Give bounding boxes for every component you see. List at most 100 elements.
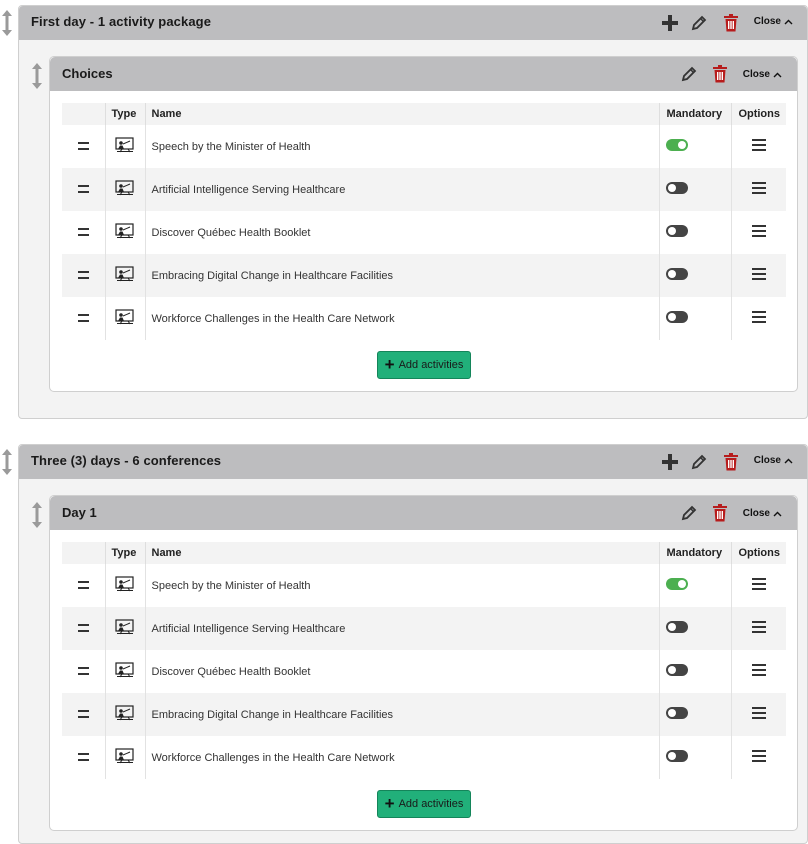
table-row: Speech by the Minister of Health xyxy=(62,125,786,168)
drag-handle-icon[interactable] xyxy=(77,184,89,193)
close-button[interactable]: Close xyxy=(743,69,782,80)
drag-handle-icon[interactable] xyxy=(77,227,89,236)
trash-icon[interactable] xyxy=(710,64,730,84)
close-button[interactable]: Close xyxy=(754,16,793,27)
close-label: Close xyxy=(753,16,781,27)
group-header: Day 1 Close xyxy=(50,496,797,530)
group-title: Day 1 xyxy=(62,505,97,520)
mandatory-toggle[interactable] xyxy=(666,707,689,719)
table-row: Embracing Digital Change in Healthcare F… xyxy=(62,693,786,736)
add-activities-label: Add activities xyxy=(398,359,464,371)
close-label: Close xyxy=(742,69,770,80)
hamburger-menu-icon[interactable] xyxy=(752,578,767,590)
activity-name: Embracing Digital Change in Healthcare F… xyxy=(145,254,661,297)
hamburger-menu-icon[interactable] xyxy=(752,664,767,676)
pencil-icon[interactable] xyxy=(689,13,709,33)
table-row: Workforce Challenges in the Health Care … xyxy=(62,736,786,779)
table-header-row: Type Name Mandatory Options xyxy=(62,103,786,125)
activity-name: Artificial Intelligence Serving Healthca… xyxy=(145,607,661,650)
package-header: First day - 1 activity package Close xyxy=(19,6,807,40)
package-card: Three (3) days - 6 conferences Close Day… xyxy=(0,444,808,844)
hamburger-menu-icon[interactable] xyxy=(752,225,767,237)
chevron-up-icon xyxy=(773,72,782,77)
column-options: Options xyxy=(731,542,786,564)
hamburger-menu-icon[interactable] xyxy=(752,268,767,280)
plus-icon[interactable] xyxy=(660,452,680,472)
close-label: Close xyxy=(753,455,781,466)
close-button[interactable]: Close xyxy=(743,508,782,519)
mandatory-toggle[interactable] xyxy=(666,225,689,237)
column-drag xyxy=(62,542,106,564)
hamburger-menu-icon[interactable] xyxy=(752,750,767,762)
drag-handle-icon[interactable] xyxy=(77,666,89,675)
activity-name: Artificial Intelligence Serving Healthca… xyxy=(145,168,661,211)
drag-handle-icon[interactable] xyxy=(77,270,89,279)
hamburger-menu-icon[interactable] xyxy=(752,182,767,194)
column-drag xyxy=(62,103,106,125)
table-row: Embracing Digital Change in Healthcare F… xyxy=(62,254,786,297)
mandatory-toggle[interactable] xyxy=(666,139,689,151)
add-activities-button[interactable]: + Add activities xyxy=(377,351,471,379)
table-row: Discover Québec Health Booklet xyxy=(62,211,786,254)
column-options: Options xyxy=(731,103,786,125)
chevron-up-icon xyxy=(784,19,793,24)
group-panel: Choices Close Type Name Mandatory Option… xyxy=(49,56,798,392)
table-header-row: Type Name Mandatory Options xyxy=(62,542,786,564)
hamburger-menu-icon[interactable] xyxy=(752,707,767,719)
drag-handle-icon[interactable] xyxy=(77,709,89,718)
pencil-icon[interactable] xyxy=(679,64,699,84)
group-title: Choices xyxy=(62,66,113,81)
activity-name: Workforce Challenges in the Health Care … xyxy=(145,297,661,340)
hamburger-menu-icon[interactable] xyxy=(752,311,767,323)
column-type: Type xyxy=(105,542,146,564)
drag-handle-icon[interactable] xyxy=(77,752,89,761)
package-card: First day - 1 activity package Close Cho… xyxy=(0,5,808,420)
trash-icon[interactable] xyxy=(721,13,741,33)
column-type: Type xyxy=(105,103,146,125)
activity-name: Speech by the Minister of Health xyxy=(145,125,661,168)
group-drag-handle-icon[interactable] xyxy=(30,501,44,529)
add-activities-button[interactable]: + Add activities xyxy=(377,790,471,818)
mandatory-toggle[interactable] xyxy=(666,578,689,590)
plus-icon[interactable] xyxy=(660,13,680,33)
mandatory-toggle[interactable] xyxy=(666,621,689,633)
package-drag-handle-icon[interactable] xyxy=(0,9,14,37)
pencil-icon[interactable] xyxy=(689,452,709,472)
group-card: Choices Close Type Name Mandatory Option… xyxy=(30,56,798,392)
trash-icon[interactable] xyxy=(710,503,730,523)
close-button[interactable]: Close xyxy=(754,455,793,466)
group-card: Day 1 Close Type Name Mandatory Options … xyxy=(30,495,798,831)
group-drag-handle-icon[interactable] xyxy=(30,62,44,90)
drag-handle-icon[interactable] xyxy=(77,313,89,322)
package-title: First day - 1 activity package xyxy=(31,14,212,29)
presentation-screen-icon xyxy=(115,748,134,764)
hamburger-menu-icon[interactable] xyxy=(752,621,767,633)
presentation-screen-icon xyxy=(115,266,134,282)
column-mandatory: Mandatory xyxy=(659,103,733,125)
trash-icon[interactable] xyxy=(721,452,741,472)
package-header: Three (3) days - 6 conferences Close xyxy=(19,445,807,479)
activity-name: Speech by the Minister of Health xyxy=(145,564,661,607)
mandatory-toggle[interactable] xyxy=(666,750,689,762)
activities-table: Type Name Mandatory Options Speech by th… xyxy=(62,542,786,779)
drag-handle-icon[interactable] xyxy=(77,141,89,150)
drag-handle-icon[interactable] xyxy=(77,623,89,632)
mandatory-toggle[interactable] xyxy=(666,664,689,676)
mandatory-toggle[interactable] xyxy=(666,182,689,194)
table-row: Artificial Intelligence Serving Healthca… xyxy=(62,168,786,211)
column-name: Name xyxy=(145,542,661,564)
hamburger-menu-icon[interactable] xyxy=(752,139,767,151)
mandatory-toggle[interactable] xyxy=(666,268,689,280)
activity-name: Embracing Digital Change in Healthcare F… xyxy=(145,693,661,736)
activity-name: Discover Québec Health Booklet xyxy=(145,650,661,693)
plus-icon: + xyxy=(384,794,395,813)
activities-table: Type Name Mandatory Options Speech by th… xyxy=(62,103,786,340)
activity-name: Workforce Challenges in the Health Care … xyxy=(145,736,661,779)
mandatory-toggle[interactable] xyxy=(666,311,689,323)
presentation-screen-icon xyxy=(115,309,134,325)
presentation-screen-icon xyxy=(115,662,134,678)
pencil-icon[interactable] xyxy=(679,503,699,523)
presentation-screen-icon xyxy=(115,576,134,592)
package-drag-handle-icon[interactable] xyxy=(0,448,14,476)
drag-handle-icon[interactable] xyxy=(77,580,89,589)
